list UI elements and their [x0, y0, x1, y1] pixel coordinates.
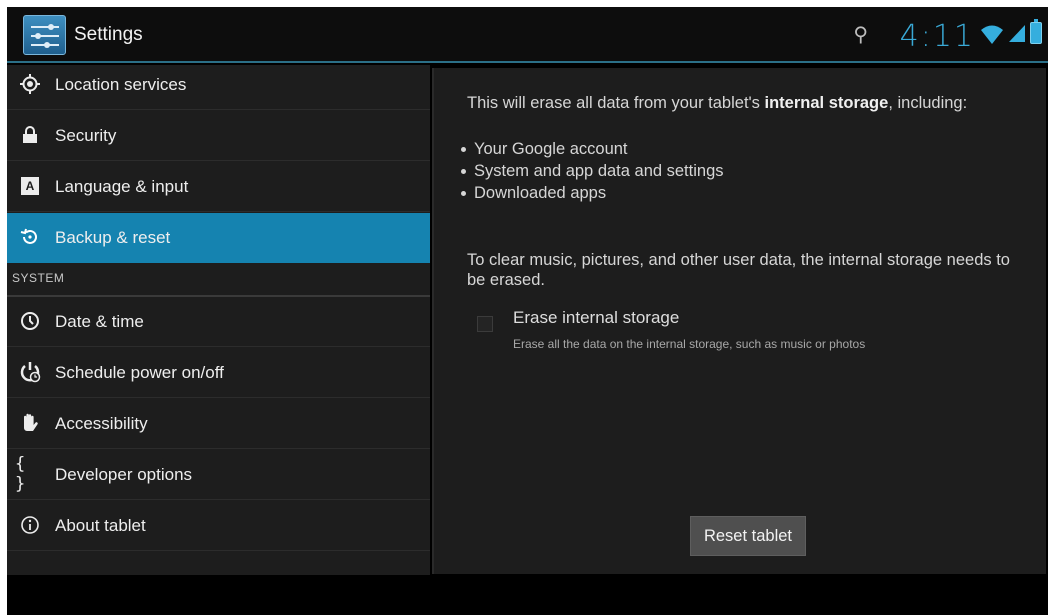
battery-icon [1030, 19, 1042, 44]
sidebar-item-developer-options[interactable]: { } Developer options [7, 450, 430, 500]
settings-sidebar: Location services Security A Language & … [7, 65, 430, 575]
section-header-system: SYSTEM [7, 263, 430, 297]
hand-icon [19, 412, 41, 434]
settings-sliders-icon[interactable] [23, 15, 66, 55]
sidebar-item-schedule-power[interactable]: Schedule power on/off [7, 348, 430, 398]
sidebar-item-security[interactable]: Security [7, 111, 430, 161]
clear-storage-text: To clear music, pictures, and other user… [467, 251, 1010, 289]
backup-reset-detail: This will erase all data from your table… [432, 68, 1046, 574]
sidebar-item-location-services[interactable]: Location services [7, 65, 430, 110]
intro-bold-text: internal storage [764, 94, 889, 112]
sidebar-item-backup-reset[interactable]: Backup & reset [7, 213, 430, 263]
list-item: Your Google account [458, 138, 724, 160]
power-schedule-icon [19, 361, 41, 383]
sidebar-item-language-input[interactable]: A Language & input [7, 162, 430, 212]
clock-icon [19, 310, 41, 332]
erase-option-subtitle: Erase all the data on the internal stora… [513, 337, 866, 351]
erase-internal-storage-option[interactable]: Erase internal storage Erase all the dat… [467, 306, 1027, 356]
lock-icon [19, 124, 41, 146]
braces-icon: { } [15, 454, 26, 494]
usb-icon: ⚲ [853, 24, 868, 46]
sidebar-item-label: Accessibility [55, 414, 148, 433]
action-bar: Settings ⚲ 4:11 [7, 7, 1048, 63]
list-item: System and app data and settings [458, 160, 724, 182]
app-title: Settings [74, 24, 143, 45]
svg-text:A: A [26, 179, 35, 193]
erase-items-list: Your Google account System and app data … [458, 138, 724, 204]
reset-tablet-button[interactable]: Reset tablet [690, 516, 806, 556]
status-clock: 4:11 [899, 19, 975, 54]
intro-text: This will erase all data from your table… [467, 94, 765, 112]
wifi-icon [981, 25, 1003, 44]
list-item: Downloaded apps [458, 182, 724, 204]
sidebar-item-accessibility[interactable]: Accessibility [7, 399, 430, 449]
sidebar-item-label: Developer options [55, 465, 193, 484]
sidebar-item-label: Location services [55, 75, 187, 94]
intro-suffix-text: , including: [888, 94, 968, 112]
sidebar-item-label: Schedule power on/off [55, 363, 224, 382]
sidebar-item-label: About tablet [55, 516, 146, 535]
backup-icon [19, 226, 41, 248]
keyboard-icon: A [19, 175, 41, 197]
sidebar-item-date-time[interactable]: Date & time [7, 297, 430, 347]
erase-warning-text: This will erase all data from your table… [467, 94, 967, 113]
tablet-screen: Settings ⚲ 4:11 Location services Securi… [7, 7, 1048, 615]
erase-option-title: Erase internal storage [513, 308, 680, 327]
status-bar: ⚲ 4:11 [748, 7, 1048, 63]
location-icon [19, 73, 41, 95]
sidebar-item-label: Date & time [55, 312, 144, 331]
sidebar-item-label: Backup & reset [55, 228, 171, 247]
sidebar-item-about-tablet[interactable]: About tablet [7, 501, 430, 551]
sidebar-item-label: Security [55, 126, 117, 145]
section-header-label: SYSTEM [12, 271, 65, 285]
sidebar-item-label: Language & input [55, 177, 189, 196]
erase-storage-checkbox[interactable] [477, 316, 493, 332]
info-icon [19, 514, 41, 536]
signal-icon [1009, 25, 1025, 42]
navigation-bar [7, 575, 1048, 615]
